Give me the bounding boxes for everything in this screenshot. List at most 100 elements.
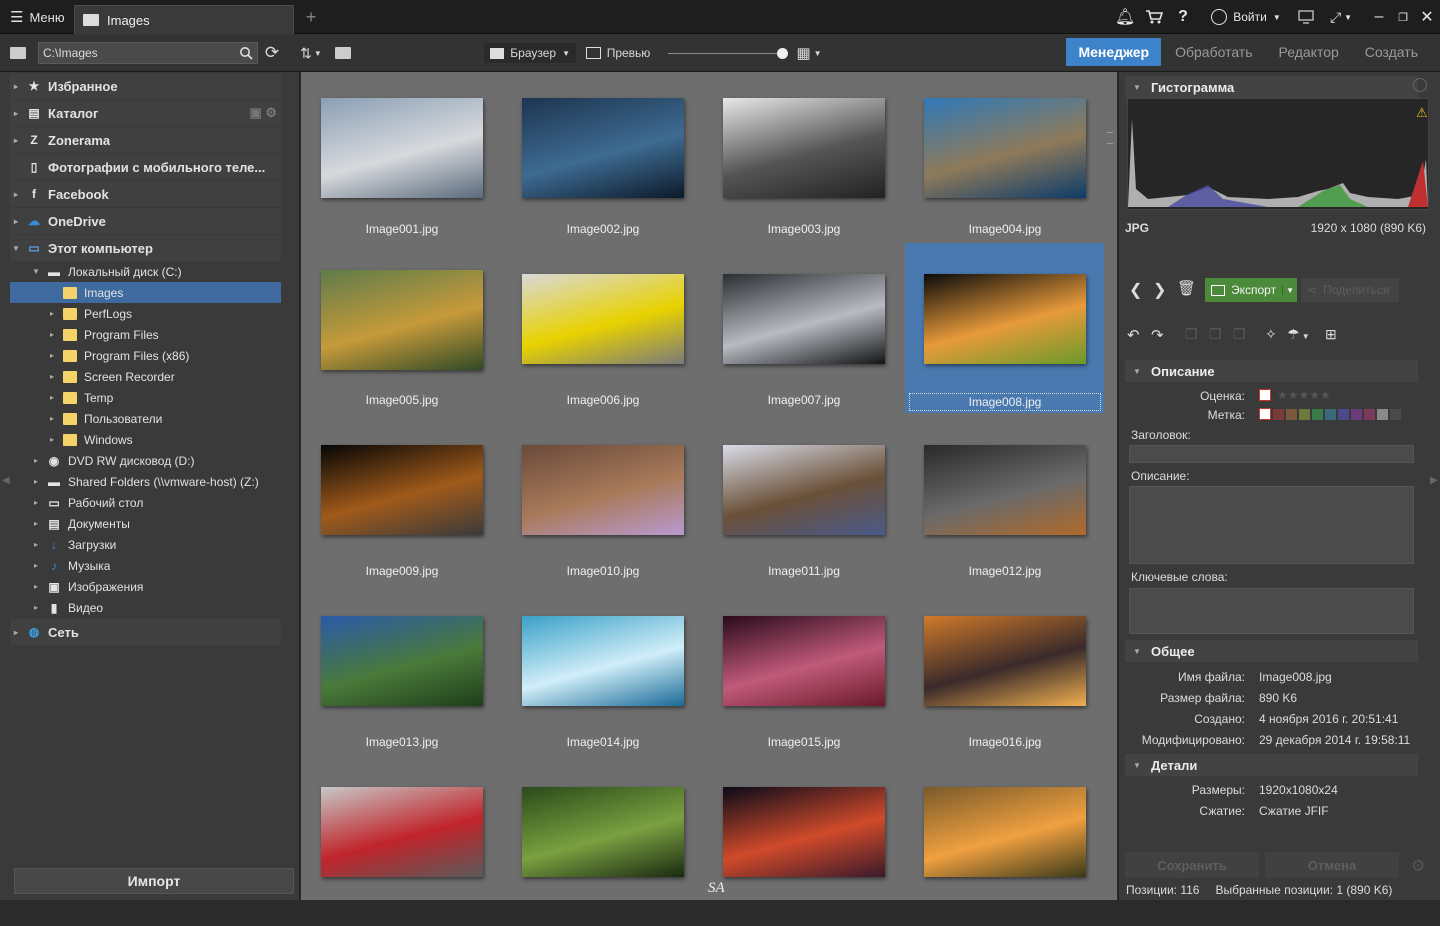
tree-item-0[interactable]: ▼ ▬ Локальный диск (C:) (30, 261, 281, 282)
keywords-field[interactable] (1129, 588, 1414, 634)
thumbnail-image[interactable] (321, 787, 483, 877)
thumbnail-image[interactable] (723, 274, 885, 364)
color-tag-swatch[interactable] (1338, 408, 1349, 420)
expand-icon[interactable]: ▸ (46, 393, 58, 402)
color-tag-swatch[interactable] (1364, 408, 1375, 420)
description-section-header[interactable]: ▼ Описание (1125, 360, 1418, 382)
clear-tag-icon[interactable] (1259, 408, 1271, 420)
expand-icon[interactable]: ▸ (30, 477, 42, 486)
thumbnail-item[interactable]: Image006.jpg (503, 243, 703, 413)
thumbnail-item[interactable] (302, 756, 502, 926)
color-tag-swatch[interactable] (1286, 408, 1297, 420)
thumbnail-image[interactable] (522, 274, 684, 364)
thumbnail-image[interactable] (522, 98, 684, 198)
magic-wand-icon[interactable]: ✧ (1265, 326, 1277, 343)
expand-icon[interactable]: ▸ (30, 456, 42, 465)
sidebar-section-0[interactable]: ▸ ★ Избранное (10, 73, 281, 99)
close-icon[interactable]: ✕ (1420, 6, 1434, 28)
cart-icon[interactable] (1143, 6, 1165, 28)
gear-icon[interactable]: ⚙︎ (1411, 856, 1425, 876)
color-tag-swatch[interactable] (1390, 408, 1401, 420)
color-tag-swatch[interactable] (1325, 408, 1336, 420)
details-section-header[interactable]: ▼ Детали (1125, 754, 1418, 776)
collapse-icon[interactable]: ▼ (10, 244, 22, 253)
tree-item-11[interactable]: ▸ ▭ Рабочий стол (30, 492, 281, 513)
grid-layout-button[interactable]: ▦ ▼ (792, 43, 826, 63)
general-section-header[interactable]: ▼ Общее (1125, 640, 1418, 662)
rating-stars[interactable]: ★★★★★ (1259, 388, 1331, 402)
tree-item-4[interactable]: ▸ Program Files (x86) (46, 345, 281, 366)
delete-icon[interactable]: 🗑︎ (1177, 279, 1196, 297)
preview-button[interactable]: Превью (582, 43, 654, 63)
thumbnail-image[interactable] (924, 445, 1086, 535)
thumbnail-item[interactable]: Image010.jpg (503, 414, 703, 584)
tree-item-16[interactable]: ▸ ▮ Видео (30, 597, 281, 618)
path-input[interactable] (38, 42, 258, 64)
expand-icon[interactable]: ▸ (30, 498, 42, 507)
login-button[interactable]: Войти ▼ (1206, 6, 1286, 28)
tree-item-3[interactable]: ▸ Program Files (46, 324, 281, 345)
tree-item-8[interactable]: ▸ Windows (46, 429, 281, 450)
tree-item-6[interactable]: ▸ Temp (46, 387, 281, 408)
thumbnail-image[interactable] (522, 616, 684, 706)
add-image-icon[interactable]: ⊞ (1325, 326, 1337, 343)
expand-icon[interactable]: ▸ (10, 190, 22, 199)
thumbnail-item[interactable]: Image005.jpg (302, 243, 502, 413)
mode-tab-0[interactable]: Менеджер (1066, 38, 1162, 66)
zoom-slider-handle[interactable] (777, 48, 789, 59)
tree-item-1[interactable]: Images (10, 282, 281, 303)
color-tag-swatch[interactable] (1351, 408, 1362, 420)
save-button[interactable]: Сохранить (1125, 852, 1259, 878)
thumbnail-item[interactable]: Image014.jpg (503, 585, 703, 755)
collapse-left-icon[interactable]: ◀ (2, 475, 10, 486)
menu-button[interactable]: ☰ Меню (4, 6, 71, 28)
expand-icon[interactable]: ▸ (46, 372, 58, 381)
mode-tab-2[interactable]: Редактор (1267, 38, 1351, 66)
tree-item-10[interactable]: ▸ ▬ Shared Folders (\\vmware-host) (Z:) (30, 471, 281, 492)
thumbnail-item[interactable]: Image007.jpg (704, 243, 904, 413)
thumbnail-image[interactable] (522, 787, 684, 877)
sidebar-section-4[interactable]: ▸ f Facebook (10, 181, 281, 207)
tree-item-15[interactable]: ▸ ▣ Изображения (30, 576, 281, 597)
restore-icon[interactable]: ❐ (1396, 6, 1410, 28)
thumbnail-item[interactable]: Image009.jpg (302, 414, 502, 584)
rotate-right-icon[interactable]: ↷ (1151, 326, 1164, 344)
thumbnail-item[interactable]: Image002.jpg (503, 72, 703, 242)
color-tag-swatch[interactable] (1377, 408, 1388, 420)
expand-icon[interactable]: ▸ (46, 309, 58, 318)
expand-icon[interactable]: ▸ (30, 540, 42, 549)
copy-icon[interactable]: ❐ (1185, 326, 1198, 343)
tree-item-5[interactable]: ▸ Screen Recorder (46, 366, 281, 387)
thumbnail-image[interactable] (723, 445, 885, 535)
expand-icon[interactable]: ▸ (10, 628, 22, 637)
expand-icon[interactable]: ▸ (46, 351, 58, 360)
thumbnail-item[interactable]: Image015.jpg (704, 585, 904, 755)
expand-icon[interactable]: ▸ (30, 603, 42, 612)
mode-tab-1[interactable]: Обработать (1163, 38, 1264, 66)
tree-item-9[interactable]: ▸ ◉ DVD RW дисковод (D:) (30, 450, 281, 471)
expand-icon[interactable]: ▸ (46, 414, 58, 423)
expand-icon[interactable]: ▸ (10, 82, 22, 91)
export-button[interactable]: Экспорт ▼ (1205, 278, 1297, 302)
help-icon[interactable]: ? (1174, 6, 1192, 28)
thumbnail-item[interactable]: Image001.jpg (302, 72, 502, 242)
sidebar-section-1[interactable]: ▸ ▤ Каталог ▣ ⚙ (10, 100, 281, 126)
expand-icon[interactable]: ▸ (30, 519, 42, 528)
description-field[interactable] (1129, 486, 1414, 564)
tree-item-7[interactable]: ▸ Пользователи (46, 408, 281, 429)
next-icon[interactable]: ❯ (1153, 280, 1166, 300)
fullscreen-button[interactable]: ⤢ ▼ (1325, 6, 1357, 28)
thumbnail-item[interactable] (704, 756, 904, 926)
thumbnail-item[interactable] (503, 756, 703, 926)
minimize-icon[interactable]: – (1372, 6, 1386, 28)
collapse-right-icon[interactable]: ▶ (1430, 475, 1438, 486)
histogram-section-header[interactable]: ▼ Гистограмма (1125, 76, 1418, 98)
thumbnail-image[interactable] (924, 616, 1086, 706)
thumbnail-item[interactable]: Image004.jpg (905, 72, 1105, 242)
color-tag-swatch[interactable] (1299, 408, 1310, 420)
tree-item-13[interactable]: ▸ ↓ Загрузки (30, 534, 281, 555)
grid-scrollbar[interactable] (1104, 72, 1117, 900)
effects-icon[interactable]: ☂︎ ▼ (1287, 326, 1310, 343)
collapse-icon[interactable]: ▼ (30, 267, 42, 276)
settings-circle-icon[interactable] (1413, 78, 1427, 92)
